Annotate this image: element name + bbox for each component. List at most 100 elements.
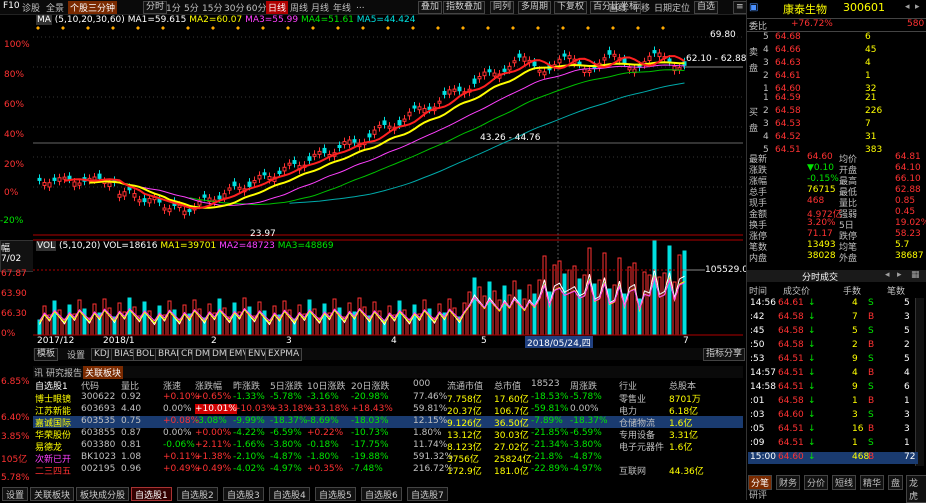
bottom-tab[interactable]: 自选股3 <box>223 487 264 501</box>
col-header-change[interactable]: 涨跌幅 <box>195 379 222 392</box>
next-stock-icon[interactable]: ▸ <box>915 2 920 12</box>
tick-row[interactable]: 14:58 64.51 ↓ 9 S 6 <box>748 382 918 394</box>
news-tab-research[interactable]: 研究报告 <box>46 366 82 379</box>
tick-row[interactable]: :45 64.58 ↓ 5 S 5 <box>748 326 918 338</box>
period-tab-yearly[interactable]: 年线 <box>333 1 351 14</box>
news-tab-info[interactable]: 讯 <box>34 366 43 379</box>
bottom-tab[interactable]: 自选股5 <box>315 487 356 501</box>
right-bottom-tab[interactable]: 分价 <box>804 475 829 490</box>
bottom-tab[interactable]: 自选股2 <box>177 487 218 501</box>
col-header-name[interactable]: 自选股1 <box>35 379 68 392</box>
table-row[interactable]: 二三四五 002195 0.96 +0.49% +0.49% -4.02% -4.97% +0… <box>33 464 743 477</box>
col-header-5d-change[interactable]: 5日涨跌 <box>270 379 303 392</box>
col-header-total-cap[interactable]: 总市值 <box>494 379 521 392</box>
indicator-tab-kdj[interactable]: KDJ <box>91 348 113 361</box>
tick-row[interactable]: :01 64.58 ↓ 1 B 1 <box>748 396 918 408</box>
multi-cycle-button[interactable]: 多周期 <box>518 1 552 14</box>
right-bottom-tab[interactable]: 盘 <box>888 475 904 490</box>
ticks-grid-icon[interactable]: ▦ <box>911 270 920 280</box>
tick-row[interactable]: :09 64.51 ↓ 1 S 1 <box>748 438 918 450</box>
sell-order-row[interactable]: 4 64.66 45 <box>747 45 926 57</box>
col-header-week-change[interactable]: 周涨跌 <box>570 379 597 392</box>
indicator-settings-button[interactable]: 设置 <box>67 348 85 361</box>
more-periods-button[interactable]: ... <box>356 1 365 11</box>
col-header-20d-change[interactable]: 20日涨跌 <box>351 379 389 392</box>
tick-row[interactable]: 14:57 64.51 ↓ 4 B 4 <box>748 368 918 380</box>
indicator-share-button[interactable]: 指标分享 <box>703 348 746 361</box>
tick-row[interactable]: :05 64.51 ↓ 16 B 3 <box>748 424 918 436</box>
right-bottom-tab[interactable]: 精华 <box>860 475 885 490</box>
indicator-template-button[interactable]: 模板 <box>34 348 59 361</box>
col-header-total-shares[interactable]: 总股本 <box>669 379 696 392</box>
toolbar-menu-icon[interactable]: ≡ <box>733 1 747 14</box>
col-header-000[interactable]: 000 <box>413 379 430 389</box>
table-row[interactable]: 易德龙 603380 0.81 -0.06% +2.11% -1.66% -3.80% -0.… <box>33 440 743 453</box>
right-bottom-tab[interactable]: 短线 <box>832 475 857 490</box>
tick-row[interactable]: :03 64.60 ↓ 3 S 3 <box>748 410 918 422</box>
buy-order-row[interactable]: 1 64.59 21 <box>747 93 926 105</box>
col-header-speed[interactable]: 涨速 <box>163 379 181 392</box>
period-tab-60min[interactable]: 60分 <box>246 1 266 14</box>
same-list-button[interactable]: 同列 <box>490 1 515 14</box>
prev-stock-icon[interactable]: ◂ <box>905 2 910 12</box>
indicator-tab-expma[interactable]: EXPMA <box>265 348 303 361</box>
buy-order-row[interactable]: 2 64.58 226 <box>747 106 926 118</box>
buy-order-row[interactable]: 3 64.53 7 <box>747 119 926 131</box>
tick-row[interactable]: 14:56 64.61 ↓ 4 S 5 <box>748 298 918 310</box>
col-header-18523[interactable]: 18523 <box>531 379 560 389</box>
table-row[interactable]: 华荣股份 603855 0.87 0.00% +0.00% -4.22% -6.59% +0.… <box>33 428 743 441</box>
sell-order-row[interactable]: 5 64.68 6 <box>747 32 926 44</box>
col-header-prev-change[interactable]: 昨涨跌 <box>233 379 260 392</box>
date-locate-button[interactable]: 日期定位 <box>654 1 690 14</box>
col-header-10d-change[interactable]: 10日涨跌 <box>307 379 345 392</box>
table-row[interactable]: 江苏新能 603693 4.40 0.00% +10.01% +10.03% +33.18%… <box>33 404 743 417</box>
col-header-industry[interactable]: 行业 <box>619 379 637 392</box>
pan-button[interactable]: 平移 <box>632 1 650 14</box>
research-tab[interactable]: 研评 <box>749 488 767 501</box>
bottom-tab[interactable]: 自选股4 <box>269 487 310 501</box>
period-tab-1min[interactable]: 1分 <box>166 1 181 14</box>
f10-button[interactable]: F10 <box>3 1 20 11</box>
overlay-button[interactable]: 叠加 <box>418 1 443 14</box>
tick-row[interactable]: :42 64.58 ↓ 7 B 3 <box>748 312 918 324</box>
tick-row[interactable]: 15:00 64.60 ↓ 468 B 72 <box>748 452 918 464</box>
table-row[interactable]: 博士眼镜 300622 0.92 +0.10% +0.65% -1.33% -5.78% -3… <box>33 392 743 405</box>
draw-line-button[interactable]: 画线 <box>609 1 627 14</box>
stock-trend-button[interactable]: 个股三分钟 <box>68 1 118 14</box>
index-overlay-button[interactable]: 指数叠加 <box>443 1 486 14</box>
table-row[interactable]: 次新已开 BK1023 1.08 +0.11% +1.38% -2.10% -4.87% -1… <box>33 452 743 465</box>
sell-order-row[interactable]: 2 64.61 1 <box>747 71 926 83</box>
buy-order-row[interactable]: 4 64.52 31 <box>747 132 926 144</box>
adjust-button[interactable]: 下复权 <box>554 1 588 14</box>
full-view-button[interactable]: 全景 <box>46 1 64 14</box>
news-tab-related[interactable]: 关联板块 <box>83 366 124 379</box>
menu-icon[interactable]: ▣ <box>749 2 758 13</box>
bottom-tab[interactable]: 设置 <box>2 487 29 501</box>
vol-legend-label[interactable]: VOL <box>36 241 57 251</box>
table-row[interactable]: 嘉诚国际 603535 0.75 +0.08% -3.08% -9.99% -18.37% -… <box>33 416 743 429</box>
period-tab-15min[interactable]: 15分 <box>202 1 222 14</box>
col-header-vol-ratio[interactable]: 量比 <box>121 379 139 392</box>
right-bottom-tab[interactable]: 龙虎 <box>906 475 926 503</box>
bottom-tab[interactable]: 自选股7 <box>407 487 448 501</box>
tick-row[interactable]: :50 64.58 ↓ 2 B 2 <box>748 340 918 352</box>
period-tab-weekly[interactable]: 周线 <box>290 1 308 14</box>
bottom-tab[interactable]: 关联板块 <box>30 487 75 501</box>
bottom-tab[interactable]: 自选股1 <box>131 487 172 501</box>
tick-row[interactable]: :53 64.51 ↓ 9 S 5 <box>748 354 918 366</box>
period-tab-intraday[interactable]: 分时 <box>143 1 168 14</box>
sell-order-row[interactable]: 3 64.63 4 <box>747 58 926 70</box>
right-bottom-tab[interactable]: 财务 <box>776 475 801 490</box>
diagnose-button[interactable]: 诊股 <box>22 1 40 14</box>
ticks-next-icon[interactable]: ▸ <box>897 270 902 280</box>
col-header-float-cap[interactable]: 流通市值 <box>447 379 483 392</box>
self-select-button[interactable]: 自选 <box>694 1 719 14</box>
ticks-prev-icon[interactable]: ◂ <box>885 270 890 280</box>
period-tab-5min[interactable]: 5分 <box>184 1 199 14</box>
col-header-code[interactable]: 代码 <box>81 379 99 392</box>
bottom-tab[interactable]: 自选股6 <box>361 487 402 501</box>
period-tab-monthly[interactable]: 月线 <box>311 1 329 14</box>
bottom-tab[interactable]: 板块成分股 <box>76 487 130 501</box>
period-tab-daily[interactable]: 日线 <box>266 1 289 14</box>
period-tab-30min[interactable]: 30分 <box>224 1 244 14</box>
